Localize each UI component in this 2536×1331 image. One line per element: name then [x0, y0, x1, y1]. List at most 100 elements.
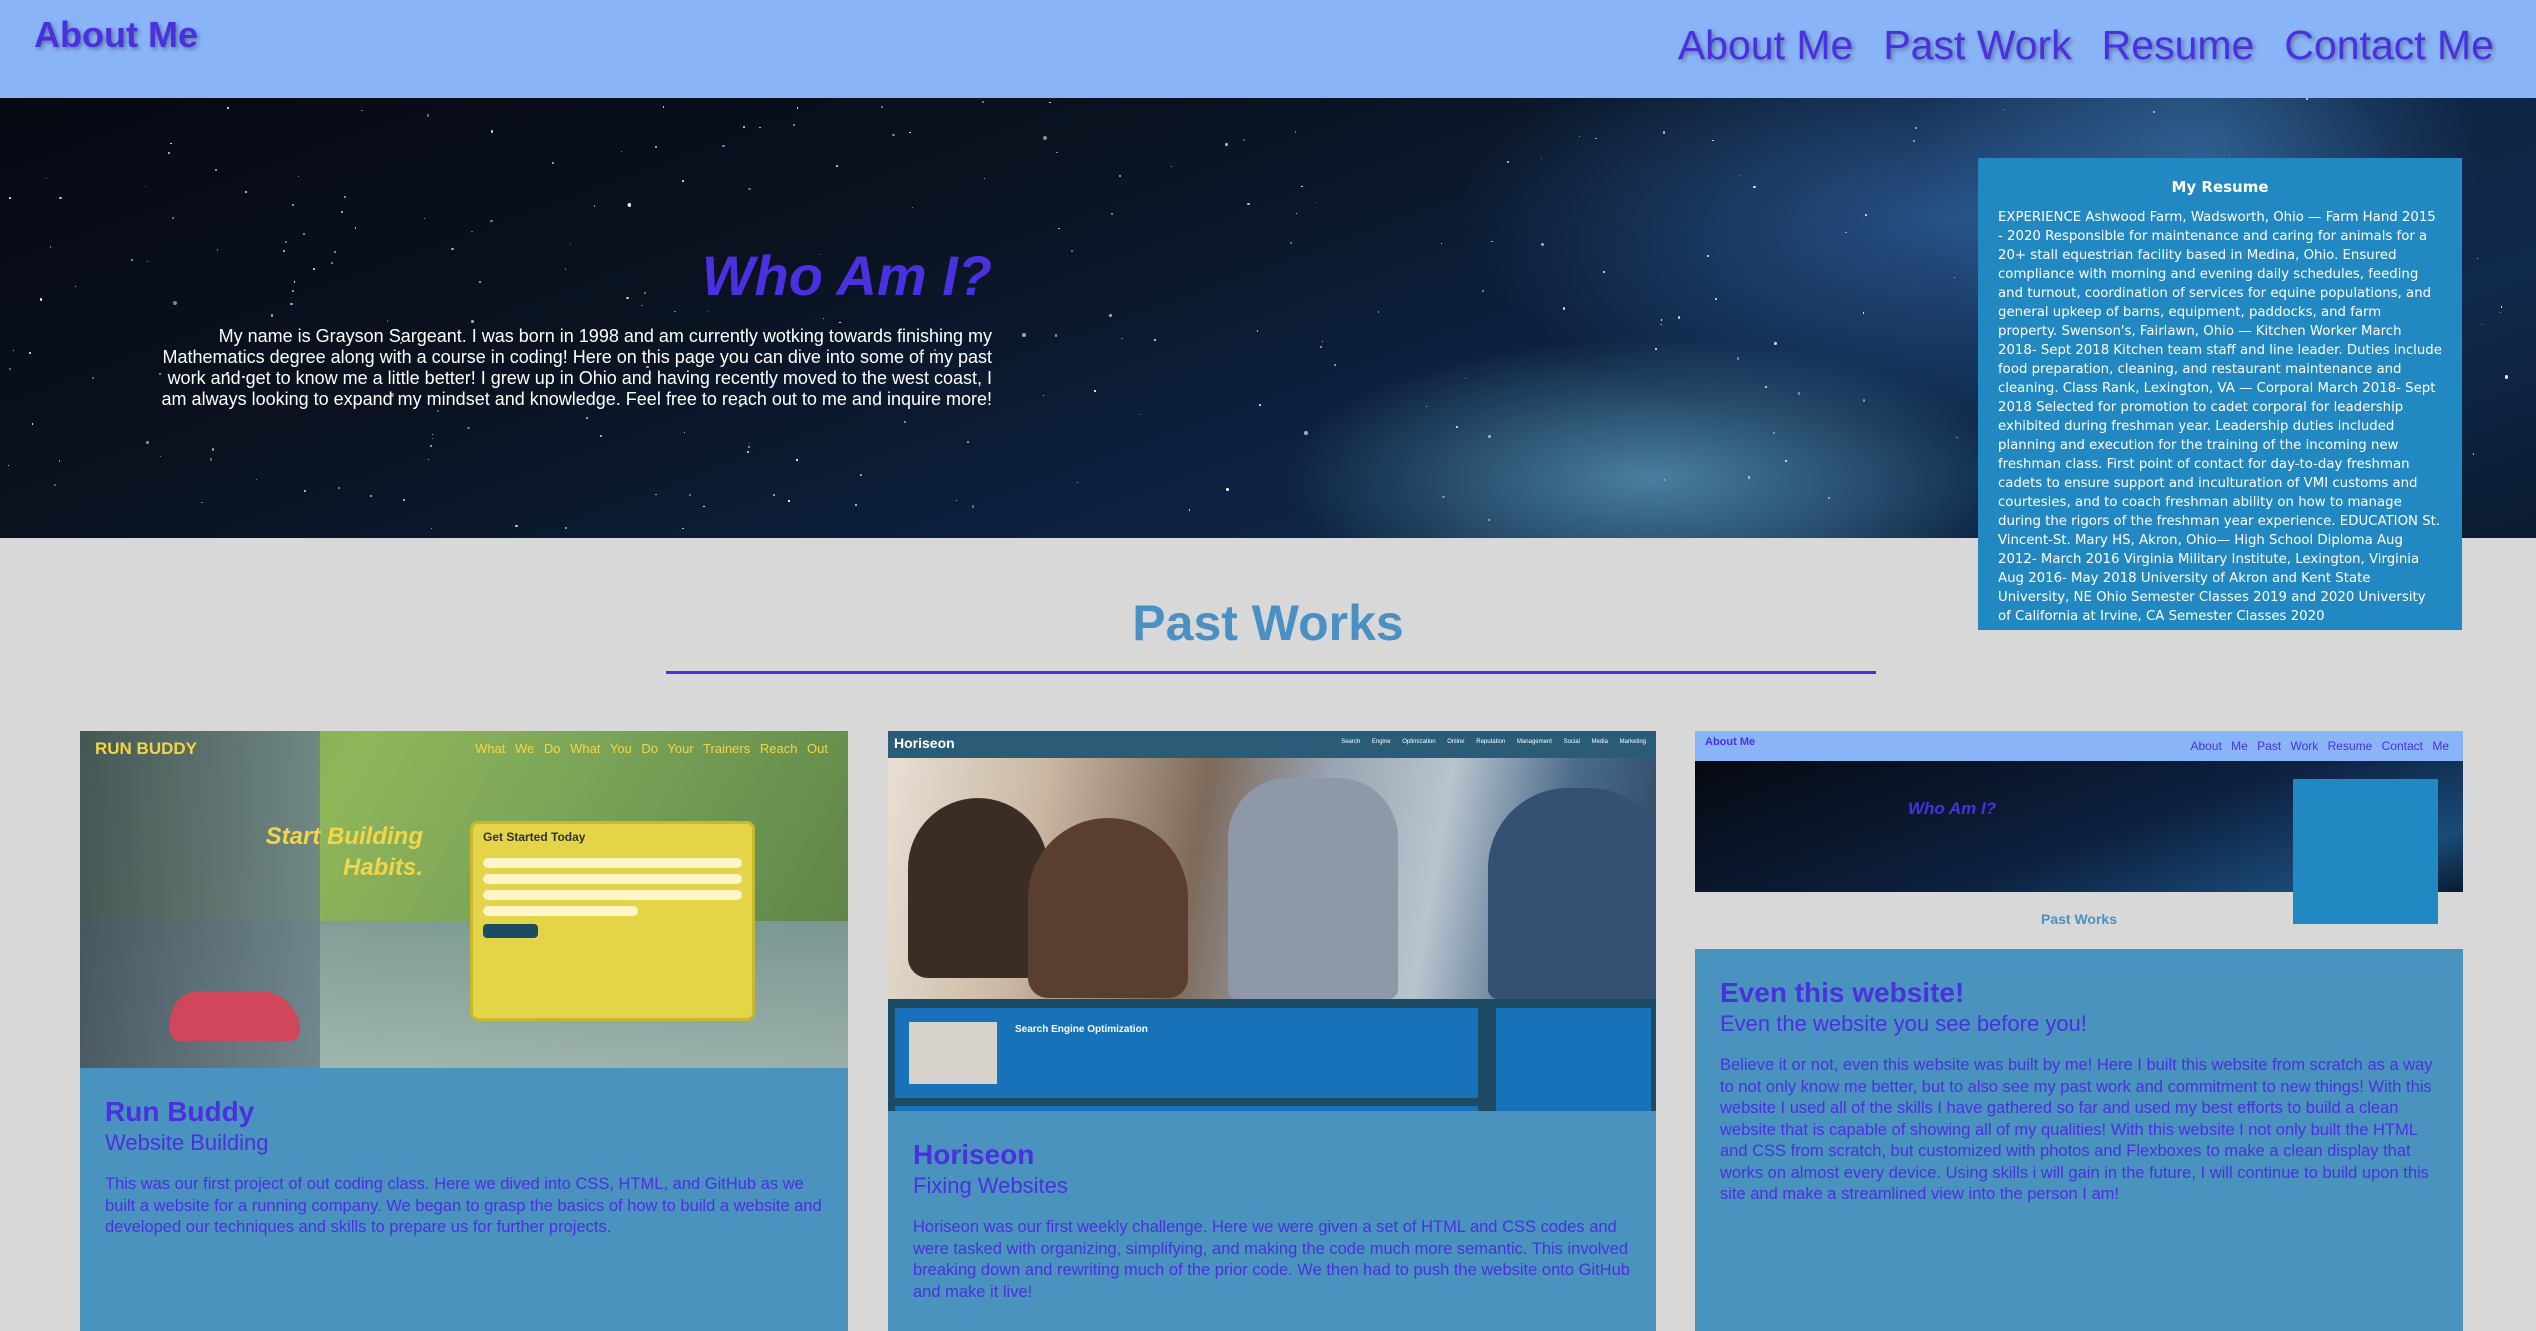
- star: [1058, 227, 1060, 229]
- star: [1655, 347, 1658, 350]
- preview-resume-box: [2293, 779, 2438, 924]
- star: [1043, 394, 1045, 396]
- star: [49, 246, 51, 248]
- star: [59, 196, 62, 200]
- star: [294, 281, 296, 283]
- star: [707, 310, 709, 312]
- project-card-horiseon[interactable]: Horiseon Search Engine Optimization Onli…: [888, 731, 1656, 1331]
- star: [593, 205, 596, 208]
- star: [1111, 213, 1114, 215]
- star: [759, 126, 761, 129]
- star: [643, 292, 646, 294]
- horiseon-screenshot[interactable]: Horiseon Search Engine Optimization Onli…: [888, 731, 1656, 1111]
- star: [1488, 518, 1491, 521]
- star: [290, 302, 293, 306]
- project-description: Believe it or not, even this website was…: [1720, 1056, 2433, 1203]
- star: [880, 105, 883, 109]
- star: [1953, 277, 1955, 279]
- main-nav: About Me Past Work Resume Contact Me: [1678, 22, 2494, 69]
- nav-past-work[interactable]: Past Work: [1883, 22, 2071, 69]
- star: [1663, 479, 1666, 481]
- star: [1715, 297, 1718, 301]
- star: [1121, 337, 1123, 340]
- star: [54, 484, 57, 487]
- project-title: Run Buddy: [105, 1096, 255, 1127]
- site-brand[interactable]: About Me: [34, 14, 198, 56]
- star: [892, 133, 895, 137]
- star: [354, 227, 356, 229]
- star: [971, 505, 974, 508]
- star: [1294, 131, 1297, 133]
- project-subtitle: Even the website you see before you!: [1720, 1011, 2087, 1036]
- star: [2500, 306, 2503, 308]
- star: [1247, 202, 1250, 206]
- star: [470, 320, 474, 324]
- star: [982, 101, 984, 103]
- star: [1865, 214, 1868, 217]
- star: [344, 195, 347, 198]
- nav-about-me[interactable]: About Me: [1678, 22, 1854, 69]
- nav-contact-me[interactable]: Contact Me: [2284, 22, 2494, 69]
- star: [1056, 151, 1058, 154]
- star: [627, 202, 632, 207]
- star: [1487, 434, 1492, 439]
- star: [215, 169, 217, 171]
- star: [2480, 323, 2482, 325]
- star: [703, 505, 705, 508]
- run-buddy-screenshot[interactable]: RUN BUDDY What We Do What You Do Your Tr…: [80, 731, 848, 1068]
- star: [9, 368, 12, 370]
- star: [423, 218, 425, 220]
- preview-hero-photo: [888, 758, 1656, 999]
- star: [1295, 212, 1298, 214]
- preview-form-button: [483, 924, 538, 938]
- star: [1506, 160, 1510, 163]
- star: [1442, 496, 1445, 499]
- star: [515, 524, 518, 528]
- star: [904, 420, 907, 423]
- star: [29, 352, 31, 354]
- star: [1845, 231, 1847, 234]
- preview-form-field: [483, 906, 639, 916]
- star: [2472, 453, 2475, 455]
- project-title: Horiseon: [913, 1139, 1035, 1170]
- star: [1243, 138, 1246, 141]
- star: [2499, 312, 2502, 314]
- project-card-run-buddy[interactable]: RUN BUDDY What We Do What You Do Your Tr…: [80, 731, 848, 1331]
- preview-person: [1028, 818, 1188, 998]
- preview-shoe: [170, 991, 300, 1041]
- star: [860, 473, 863, 476]
- nav-resume[interactable]: Resume: [2102, 22, 2255, 69]
- star: [1188, 509, 1191, 511]
- preview-person: [1228, 778, 1398, 999]
- star: [1797, 391, 1801, 395]
- star: [1738, 175, 1740, 177]
- star: [655, 493, 657, 495]
- project-card-this-website[interactable]: About Me About Me Past Work Resume Conta…: [1695, 731, 2463, 1331]
- star: [451, 248, 454, 251]
- project-subtitle: Fixing Websites: [913, 1173, 1068, 1198]
- star: [1712, 139, 1714, 142]
- star: [303, 233, 306, 236]
- star: [772, 493, 775, 496]
- resume-text: EXPERIENCE Ashwood Farm, Wadsworth, Ohio…: [1998, 210, 2442, 624]
- star: [313, 268, 316, 270]
- star: [211, 448, 215, 451]
- star: [839, 321, 841, 324]
- preview-form-field: [483, 874, 742, 884]
- star: [130, 258, 133, 261]
- star: [1603, 270, 1606, 273]
- star: [793, 124, 795, 126]
- star: [8, 197, 11, 199]
- preview-section-title: Search Engine Optimization: [1015, 1024, 1148, 1035]
- star: [1784, 459, 1787, 462]
- star: [1304, 430, 1308, 435]
- this-website-screenshot[interactable]: About Me About Me Past Work Resume Conta…: [1695, 731, 2463, 924]
- resume-title: My Resume: [2171, 178, 2269, 196]
- star: [683, 432, 686, 434]
- star: [1440, 242, 1443, 245]
- star: [1108, 314, 1112, 318]
- star: [1481, 290, 1484, 292]
- star: [426, 114, 429, 117]
- preview-heading: Start Building Habits.: [266, 821, 423, 883]
- section-divider: [666, 671, 1876, 674]
